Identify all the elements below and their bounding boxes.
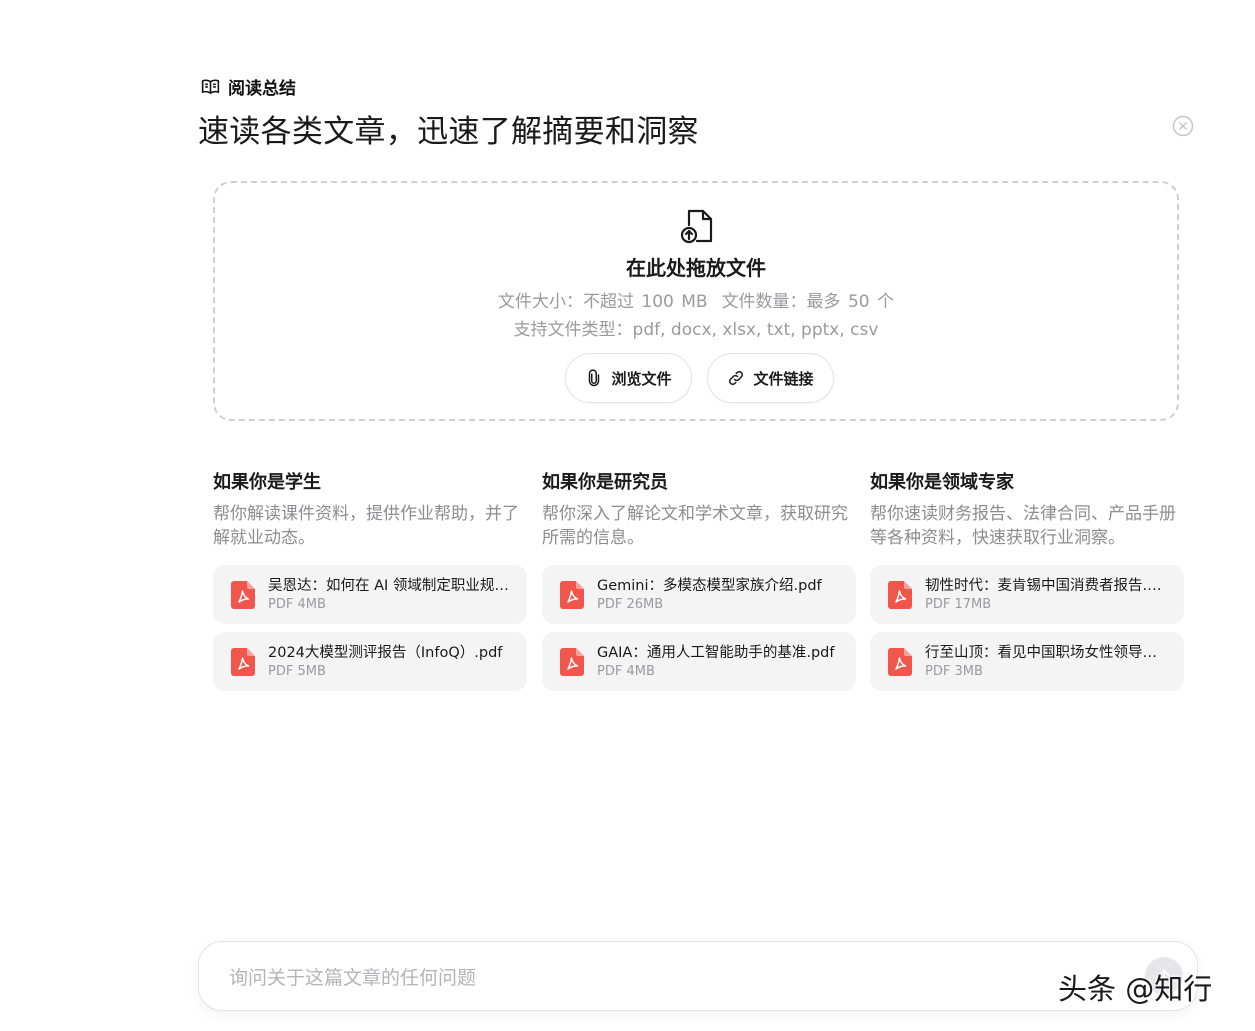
supported-types-text: 支持文件类型：pdf, docx, xlsx, txt, pptx, csv — [513, 320, 879, 340]
file-name: 吴恩达：如何在 AI 领域制定职业规划.pdf — [268, 578, 512, 594]
tool-label-text: 阅读总结 — [228, 79, 296, 99]
pdf-file-icon — [231, 648, 255, 676]
file-name: 韧性时代：麦肯锡中国消费者报告.pdf — [925, 578, 1169, 594]
close-button[interactable] — [1172, 115, 1194, 137]
file-meta: PDF 17MB — [925, 597, 992, 612]
file-meta: PDF 5MB — [268, 664, 326, 679]
column-student: 如果你是学生 帮你解读课件资料，提供作业帮助，并了解就业动态。 吴恩达：如何在 … — [213, 470, 527, 691]
file-name: 行至山顶：看见中国职场女性领导力.pdf — [925, 645, 1169, 661]
chat-bar — [198, 941, 1198, 1011]
column-title: 如果你是领域专家 — [870, 472, 1014, 493]
dropzone-limits: 文件大小：不超过 100 MB 文件数量：最多 50 个 — [215, 287, 1177, 312]
sample-file-card[interactable]: 韧性时代：麦肯锡中国消费者报告.pdf PDF 17MB — [870, 565, 1184, 624]
file-link-label: 文件链接 — [753, 369, 814, 388]
browse-files-button[interactable]: 浏览文件 — [565, 353, 692, 403]
link-icon — [729, 370, 744, 386]
file-name: GAIA：通用人工智能助手的基准.pdf — [597, 645, 835, 661]
file-meta: PDF 4MB — [597, 664, 655, 679]
file-dropzone[interactable]: 在此处拖放文件 文件大小：不超过 100 MB 文件数量：最多 50 个 支持文件… — [213, 181, 1179, 421]
dropzone-title: 在此处拖放文件 — [626, 256, 766, 280]
pdf-file-icon — [560, 648, 584, 676]
file-name: 2024大模型测评报告（InfoQ）.pdf — [268, 645, 503, 661]
watermark: 头条 @知行 — [1058, 972, 1213, 1006]
tool-label: 阅读总结 — [200, 74, 296, 99]
file-upload-icon — [680, 209, 713, 244]
sample-file-card[interactable]: 吴恩达：如何在 AI 领域制定职业规划.pdf PDF 4MB — [213, 565, 527, 624]
page-title: 速读各类文章，迅速了解摘要和洞察 — [198, 114, 699, 150]
count-limit-text: 文件数量：最多 50 个 — [721, 292, 895, 312]
size-limit-text: 文件大小：不超过 100 MB — [497, 292, 708, 312]
column-title: 如果你是学生 — [213, 472, 321, 493]
open-book-icon — [201, 79, 220, 94]
column-expert: 如果你是领域专家 帮你速读财务报告、法律合同、产品手册等各种资料，快速获取行业洞… — [870, 470, 1184, 691]
sample-file-card[interactable]: GAIA：通用人工智能助手的基准.pdf PDF 4MB — [542, 632, 856, 691]
sample-file-card[interactable]: 2024大模型测评报告（InfoQ）.pdf PDF 5MB — [213, 632, 527, 691]
file-name: Gemini：多模态模型家族介绍.pdf — [597, 578, 822, 594]
paperclip-icon — [589, 369, 600, 387]
column-researcher: 如果你是研究员 帮你深入了解论文和学术文章，获取研究所需的信息。 Gemini：… — [542, 470, 856, 691]
file-link-button[interactable]: 文件链接 — [707, 353, 834, 403]
sample-file-card[interactable]: Gemini：多模态模型家族介绍.pdf PDF 26MB — [542, 565, 856, 624]
file-meta: PDF 3MB — [925, 664, 983, 679]
column-description: 帮你速读财务报告、法律合同、产品手册等各种资料，快速获取行业洞察。 — [870, 504, 1176, 548]
browse-files-label: 浏览文件 — [611, 369, 672, 388]
pdf-file-icon — [888, 648, 912, 676]
column-description: 帮你深入了解论文和学术文章，获取研究所需的信息。 — [542, 504, 848, 548]
pdf-file-icon — [888, 581, 912, 609]
close-circle-icon — [1172, 115, 1194, 137]
question-input[interactable] — [227, 960, 1111, 996]
column-title: 如果你是研究员 — [542, 472, 668, 493]
pdf-file-icon — [560, 581, 584, 609]
file-meta: PDF 26MB — [597, 597, 664, 612]
column-description: 帮你解读课件资料，提供作业帮助，并了解就业动态。 — [213, 504, 519, 548]
sample-file-card[interactable]: 行至山顶：看见中国职场女性领导力.pdf PDF 3MB — [870, 632, 1184, 691]
file-meta: PDF 4MB — [268, 597, 326, 612]
pdf-file-icon — [231, 581, 255, 609]
